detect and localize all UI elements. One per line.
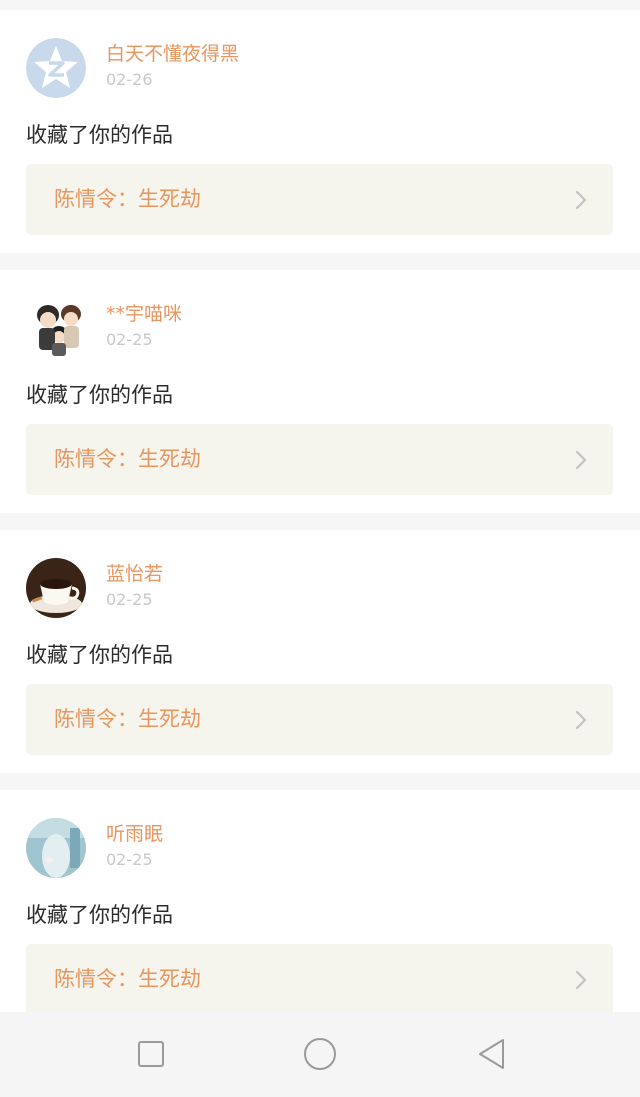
timestamp: 02-25 bbox=[106, 590, 153, 609]
work-link[interactable]: 陈情令：生死劫 bbox=[26, 944, 613, 1012]
home-icon bbox=[304, 1038, 336, 1070]
username[interactable]: 听雨眠 bbox=[106, 823, 163, 845]
notification-feed[interactable]: 白天不懂夜得黑 02-26 收藏了你的作品 陈情令：生死劫 **宇喵咪 02-2… bbox=[0, 0, 640, 1012]
back-button[interactable] bbox=[472, 1034, 512, 1074]
notification-card: 白天不懂夜得黑 02-26 收藏了你的作品 陈情令：生死劫 bbox=[0, 10, 640, 253]
blue-figure-avatar-icon bbox=[26, 818, 86, 878]
coffee-cup-avatar-icon bbox=[26, 558, 86, 618]
work-link[interactable]: 陈情令：生死劫 bbox=[26, 684, 613, 755]
avatar[interactable] bbox=[26, 818, 86, 878]
work-link[interactable]: 陈情令：生死劫 bbox=[26, 164, 613, 235]
notification-card: **宇喵咪 02-25 收藏了你的作品 陈情令：生死劫 bbox=[0, 270, 640, 513]
action-text: 收藏了你的作品 bbox=[26, 123, 173, 147]
avatar[interactable] bbox=[26, 38, 86, 98]
recent-apps-icon bbox=[138, 1041, 164, 1067]
action-text: 收藏了你的作品 bbox=[26, 643, 173, 667]
chevron-right-icon bbox=[575, 450, 587, 470]
avatar[interactable] bbox=[26, 298, 86, 358]
timestamp: 02-26 bbox=[106, 70, 153, 89]
notification-card: 听雨眠 02-25 收藏了你的作品 陈情令：生死劫 bbox=[0, 790, 640, 1012]
screen: 白天不懂夜得黑 02-26 收藏了你的作品 陈情令：生死劫 **宇喵咪 02-2… bbox=[0, 0, 640, 1097]
action-text: 收藏了你的作品 bbox=[26, 383, 173, 407]
work-link[interactable]: 陈情令：生死劫 bbox=[26, 424, 613, 495]
work-title: 陈情令：生死劫 bbox=[54, 187, 201, 211]
back-icon bbox=[479, 1039, 504, 1069]
username[interactable]: **宇喵咪 bbox=[106, 303, 182, 325]
system-navigation-bar bbox=[0, 1012, 640, 1097]
home-button[interactable] bbox=[300, 1034, 340, 1074]
action-text: 收藏了你的作品 bbox=[26, 903, 173, 927]
qq-star-avatar-icon bbox=[26, 38, 86, 98]
notification-card: 蓝怡若 02-25 收藏了你的作品 陈情令：生死劫 bbox=[0, 530, 640, 773]
timestamp: 02-25 bbox=[106, 330, 153, 349]
work-title: 陈情令：生死劫 bbox=[54, 967, 201, 991]
username[interactable]: 蓝怡若 bbox=[106, 563, 163, 585]
recent-apps-button[interactable] bbox=[131, 1034, 171, 1074]
chevron-right-icon bbox=[575, 710, 587, 730]
username[interactable]: 白天不懂夜得黑 bbox=[106, 43, 239, 65]
timestamp: 02-25 bbox=[106, 850, 153, 869]
work-title: 陈情令：生死劫 bbox=[54, 707, 201, 731]
chevron-right-icon bbox=[575, 190, 587, 210]
chevron-right-icon bbox=[575, 970, 587, 990]
avatar[interactable] bbox=[26, 558, 86, 618]
cartoon-couple-avatar-icon bbox=[26, 298, 86, 358]
work-title: 陈情令：生死劫 bbox=[54, 447, 201, 471]
